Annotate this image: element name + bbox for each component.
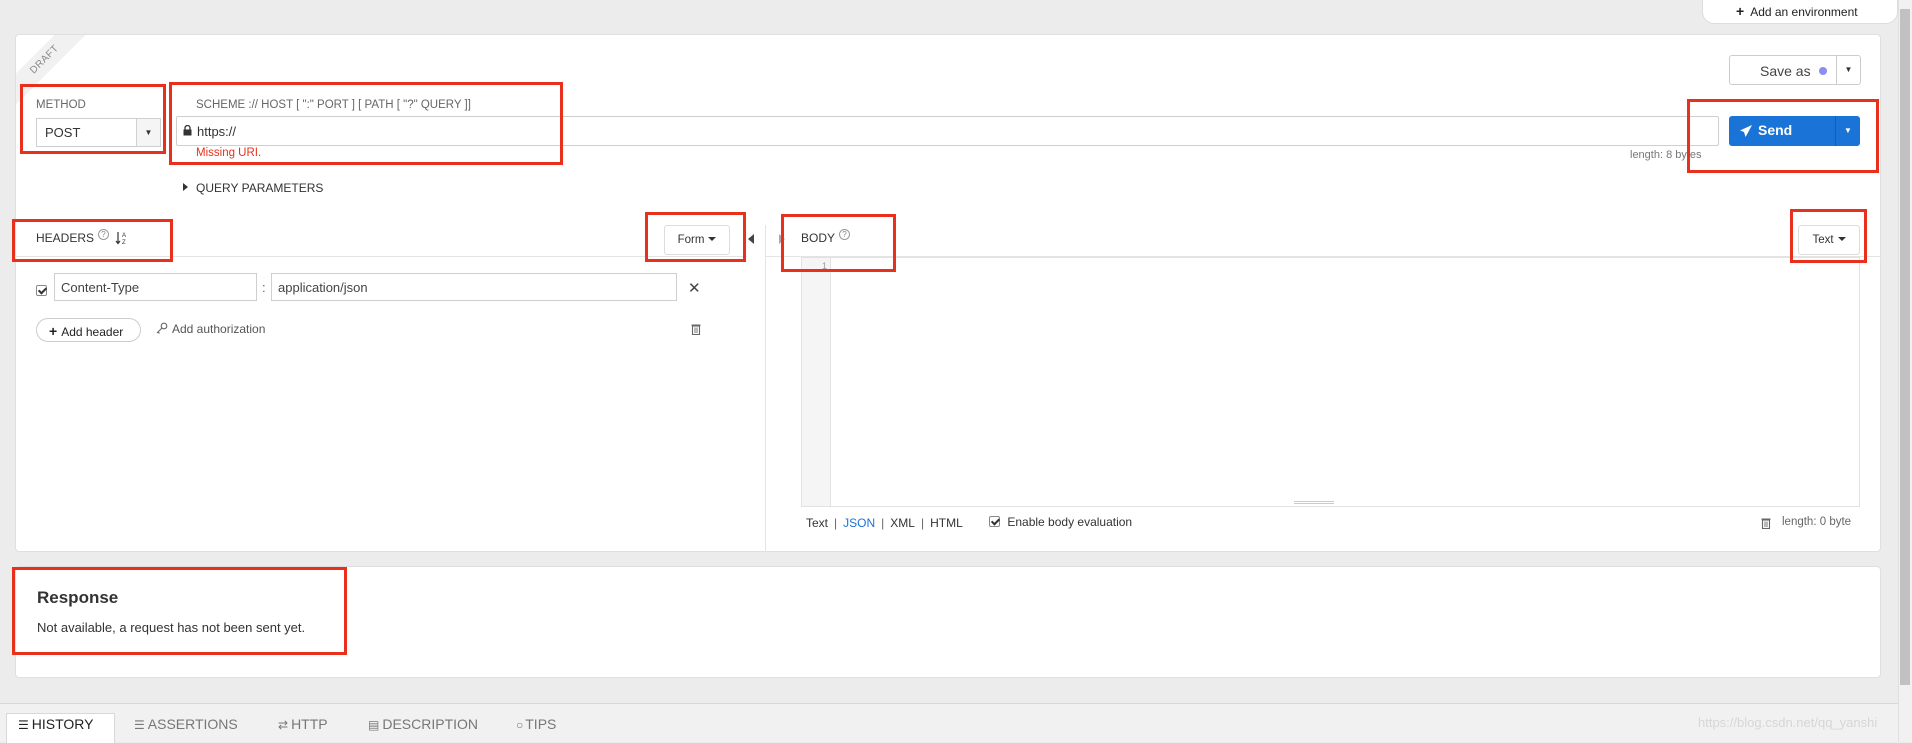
url-value: https:// [197,124,237,139]
collapse-left-icon[interactable] [747,234,755,244]
collapse-right-icon[interactable] [778,234,786,244]
send-button[interactable]: Send ▼ [1729,116,1860,146]
chevron-down-icon[interactable]: ▼ [136,119,160,146]
format-xml-link[interactable]: XML [890,516,915,530]
book-icon: ▤ [368,718,380,732]
scrollbar-thumb[interactable] [1900,9,1910,685]
format-html-link[interactable]: HTML [930,516,963,530]
trash-icon[interactable] [1761,517,1771,529]
bottom-tab-bar: ☰ HISTORY ☰ ASSERTIONS ⇄ HTTP ▤ DESCRIPTION … [0,703,1898,743]
tab-http[interactable]: ⇄ HTTP [278,716,328,732]
body-length: length: 0 byte [1782,516,1852,528]
header-separator: : [262,280,266,295]
response-title: Response [37,588,119,607]
headers-mode-select[interactable]: Form [664,225,730,255]
body-label: BODY [801,231,836,245]
method-label: METHOD [36,99,86,111]
tab-description[interactable]: ▤ DESCRIPTION [368,716,478,732]
trash-icon[interactable] [691,323,701,335]
body-format-bar: Text | JSON | XML | HTML [806,516,963,530]
divider [15,256,747,257]
send-dropdown[interactable]: ▼ [1835,116,1860,146]
tab-history-label[interactable]: ☰ HISTORY [18,716,94,732]
body-mode-select[interactable]: Text [1798,225,1860,255]
method-select[interactable]: POST ▼ [36,118,161,147]
format-json-link[interactable]: JSON [843,516,875,530]
watermark: https://blog.csdn.net/qq_yanshi [1698,715,1878,730]
plus-icon: + [49,323,58,339]
headers-title: HEADERS? A Z [36,229,129,246]
svg-text:Z: Z [122,240,126,245]
send-label: Send [1758,122,1793,138]
list-check-icon: ☰ [134,718,145,732]
url-error: Missing URI. [196,147,262,159]
panel-splitter[interactable] [765,225,766,553]
lock-icon [183,125,192,136]
lightbulb-icon: ○ [516,718,524,732]
enable-body-evaluation-checkbox[interactable] [989,516,1000,527]
add-environment-label: Add an environment [1750,5,1858,19]
caret-right-icon [183,183,188,191]
line-number: 1 [822,261,828,271]
url-length: length: 8 bytes [1630,149,1702,161]
method-value: POST [45,125,81,140]
line-gutter [802,258,831,506]
url-input[interactable]: https:// [176,116,1719,146]
caret-down-icon [708,237,717,241]
body-editor[interactable]: 1 [801,257,1860,507]
save-as-dropdown[interactable]: ▼ [1836,56,1860,84]
query-parameters-label: QUERY PARAMETERS [196,181,324,195]
list-icon: ☰ [18,718,29,732]
query-parameters-toggle[interactable]: QUERY PARAMETERS [183,181,323,195]
add-authorization-label: Add authorization [172,322,266,336]
body-title: BODY? [801,229,851,245]
key-icon [156,322,168,334]
body-mode-label: Text [1812,234,1834,246]
tab-tips[interactable]: ○ TIPS [516,716,556,732]
plus-icon: + [1736,3,1745,19]
header-enabled-checkbox[interactable] [36,285,47,296]
draft-ribbon: DRAFT [16,35,92,107]
headers-mode-label: Form [677,234,705,246]
headers-label: HEADERS [36,231,95,245]
svg-text:A: A [122,233,126,239]
paper-plane-icon [1740,125,1752,137]
header-value-input[interactable]: application/json [271,273,677,301]
help-icon[interactable]: ? [839,229,851,240]
enable-body-evaluation-label: Enable body evaluation [1007,515,1133,529]
sort-icon[interactable]: A Z [115,231,129,246]
resize-handle[interactable] [1294,501,1334,504]
unsaved-dot-icon [1819,67,1827,75]
response-message: Not available, a request has not been se… [37,620,306,635]
caret-down-icon [1837,237,1846,241]
enable-body-evaluation[interactable]: Enable body evaluation [989,515,1132,529]
remove-header-icon[interactable]: ✕ [688,279,701,297]
save-as-button[interactable]: Save as ▼ [1729,55,1861,85]
help-icon[interactable]: ? [98,229,110,240]
exchange-icon: ⇄ [278,718,289,732]
add-header-label: Add header [61,325,124,339]
format-text-link[interactable]: Text [806,516,828,530]
url-label: SCHEME :// HOST [ ":" PORT ] [ PATH [ "?… [196,99,471,111]
header-name-input[interactable]: Content-Type [54,273,257,301]
add-authorization-link[interactable]: Add authorization [156,322,265,336]
save-as-label: Save as [1760,63,1811,79]
add-environment-button[interactable]: + Add an environment [1702,0,1898,24]
tab-assertions[interactable]: ☰ ASSERTIONS [134,716,238,732]
add-header-button[interactable]: + Add header [36,318,141,342]
